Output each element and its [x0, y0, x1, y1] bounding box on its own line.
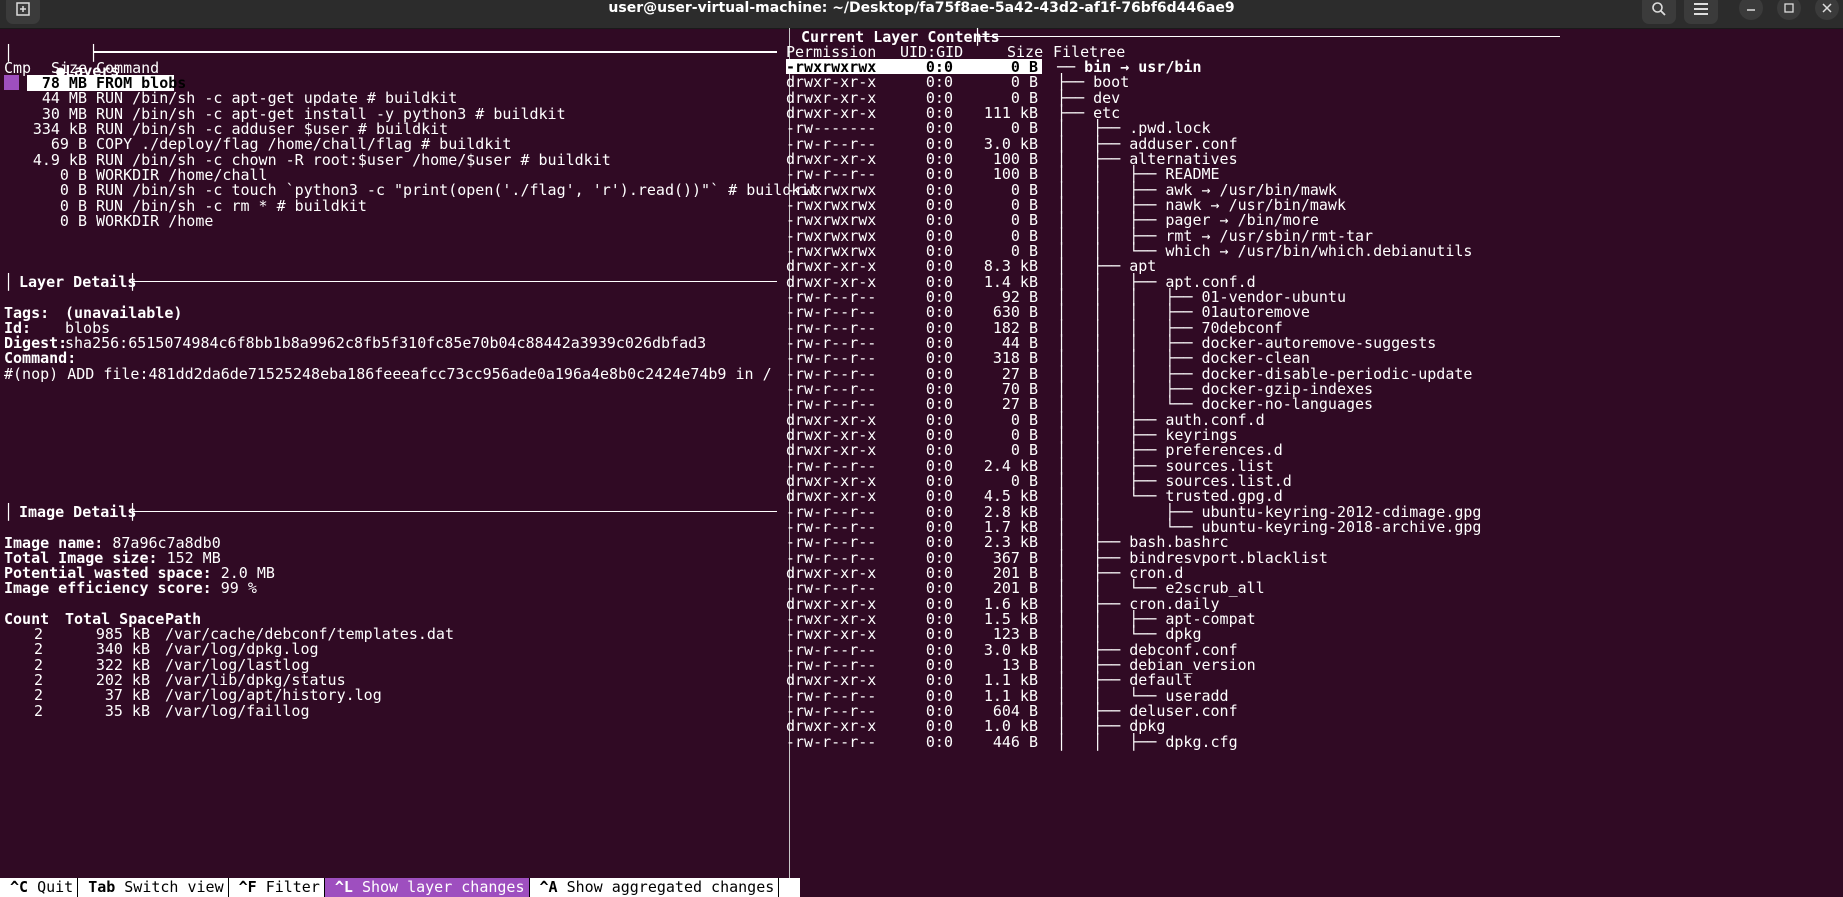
terminal[interactable]: │ ●Layers │ Cmp Size Command 78 MB FROM b…	[0, 0, 1843, 897]
keybind-show-aggregated-changes[interactable]: ^A Show aggregated changes	[530, 878, 779, 897]
keybind-label: Switch view	[124, 878, 224, 896]
command-value: #(nop) ADD file:481dd2da6de71525248eba18…	[4, 365, 772, 383]
efficiency-value: 99 %	[220, 579, 257, 597]
keybind-quit[interactable]: ^C Quit	[0, 878, 77, 897]
keybind-label: Show layer changes	[361, 878, 525, 896]
keybind-label: Filter	[265, 878, 320, 896]
keybind-label: Show aggregated changes	[566, 878, 775, 896]
file-uid-gid: 0:0	[925, 732, 953, 751]
keybind-key: ^L	[334, 878, 353, 896]
layer-details-rule	[133, 281, 777, 282]
keybind-key: ^A	[539, 878, 558, 896]
file-size: 446 B	[992, 732, 1038, 751]
file-permission: -rw-r--r--	[786, 732, 877, 751]
layer-size: 0 B	[59, 211, 87, 230]
keybind-separator	[778, 878, 780, 897]
layer-command: WORKDIR /home	[96, 211, 214, 230]
layers-header-rule	[94, 51, 777, 53]
file-tree-entry: │ │ ├── dpkg.cfg	[1057, 732, 1238, 751]
waste-space: 35 kB	[104, 701, 150, 720]
keybinding-bar: ^C Quit Tab Switch view ^F Filter ^L Show layer…	[0, 878, 800, 897]
waste-path: /var/log/faillog	[165, 701, 310, 720]
keybind-key: ^C	[10, 878, 29, 896]
keybind-key: Tab	[88, 878, 116, 896]
waste-count: 2	[33, 701, 43, 720]
image-details-title: Image Details	[19, 503, 137, 521]
keybind-show-layer-changes[interactable]: ^L Show layer changes	[324, 878, 529, 897]
image-details-border-corner: │	[128, 503, 138, 521]
contents-border-corner: │	[973, 28, 983, 46]
image-details-border: │	[4, 503, 14, 521]
image-details-rule	[133, 511, 777, 512]
digest-value: sha256:6515074984c6f8bb1b8a9962c8fb5f310…	[65, 334, 707, 352]
layer-details-border-corner: │	[128, 273, 138, 291]
layer-details-border: │	[4, 273, 14, 291]
keybind-key: ^F	[238, 878, 257, 896]
keybind-switch-view[interactable]: Tab Switch view	[78, 878, 227, 897]
contents-header-rule	[978, 36, 1560, 37]
keybind-label: Quit	[37, 878, 74, 896]
layer-details-title: Layer Details	[19, 273, 137, 291]
keybind-filter[interactable]: ^F Filter	[229, 878, 324, 897]
efficiency-line: Image efficiency score: 99 %	[4, 579, 257, 597]
efficiency-label: Image efficiency score:	[4, 579, 212, 597]
